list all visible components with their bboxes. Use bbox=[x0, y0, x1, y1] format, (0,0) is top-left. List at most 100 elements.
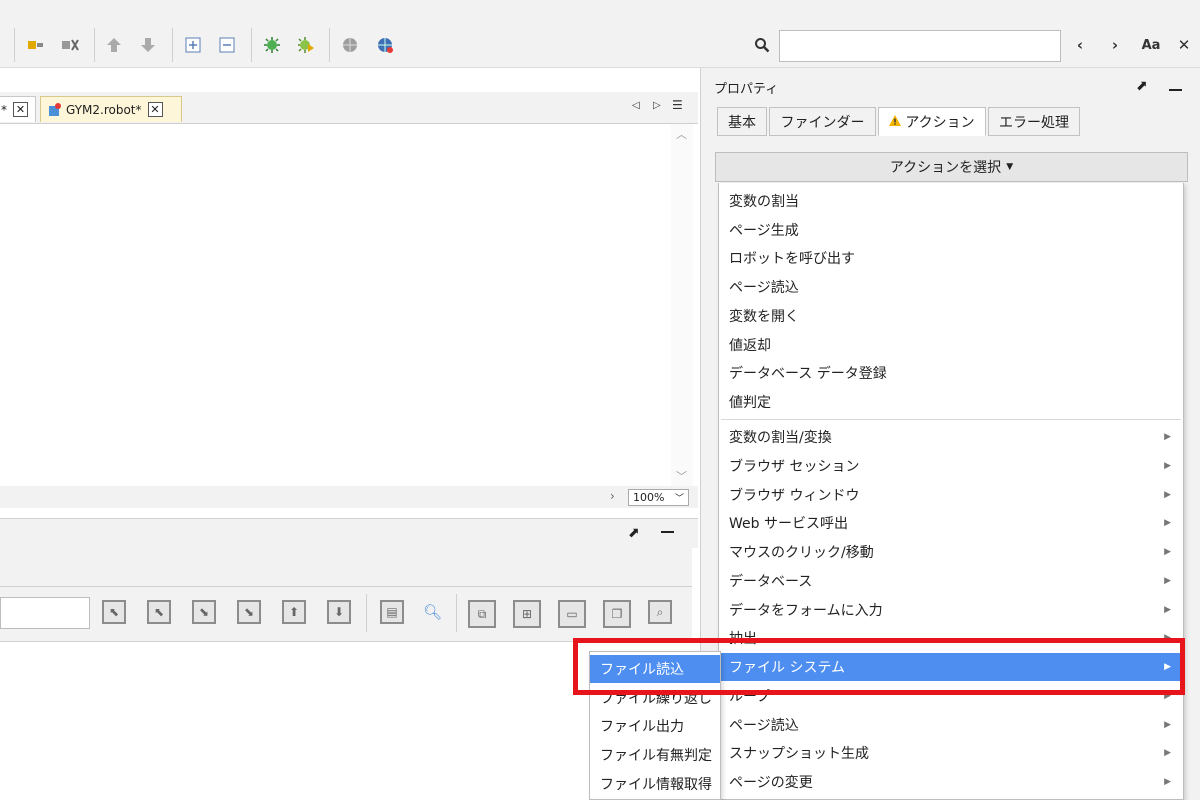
upload-icon[interactable] bbox=[102, 33, 126, 57]
action-select-button[interactable]: アクションを選択 ▼ bbox=[715, 152, 1188, 182]
menu-item[interactable]: 変数を開く bbox=[719, 302, 1183, 330]
search-close-button[interactable]: ✕ bbox=[1173, 33, 1195, 57]
move-down-right-icon[interactable]: ⬊ bbox=[192, 600, 216, 624]
connect-icon[interactable] bbox=[24, 33, 48, 57]
search-prev-button[interactable]: ‹ bbox=[1069, 33, 1091, 57]
search-next-button[interactable]: › bbox=[1104, 33, 1126, 57]
menu-item[interactable]: ロボットを呼び出す bbox=[719, 244, 1183, 272]
close-icon[interactable]: ✕ bbox=[147, 102, 163, 117]
minimize-icon[interactable] bbox=[661, 531, 674, 533]
robot-editor-canvas[interactable] bbox=[0, 124, 671, 486]
disconnect-icon[interactable] bbox=[58, 33, 82, 57]
maximize-icon[interactable]: ⬈ bbox=[628, 525, 640, 541]
submenu-arrow-icon: ▶ bbox=[1164, 777, 1171, 787]
zoom-select[interactable]: 100% ﹀ bbox=[628, 489, 689, 506]
submenu-item[interactable]: ファイル有無判定 bbox=[590, 741, 720, 769]
window-add-icon[interactable]: ⊞ bbox=[513, 600, 541, 628]
editor-vertical-scrollbar[interactable]: ︿ ﹀ bbox=[671, 124, 693, 486]
collapse-icon[interactable] bbox=[215, 33, 239, 57]
warning-icon bbox=[889, 114, 902, 130]
maximize-icon[interactable]: ⬈ bbox=[1136, 78, 1148, 94]
tab-scroll-left-icon[interactable]: ◁ bbox=[632, 100, 640, 111]
menu-item-submenu[interactable]: ページの変更 ▶ bbox=[719, 768, 1183, 796]
editor-tab-label: * bbox=[1, 102, 7, 117]
menu-item-submenu[interactable]: ブラウザ ウィンドウ ▶ bbox=[719, 481, 1183, 509]
chevron-right-icon[interactable]: › bbox=[610, 489, 615, 503]
move-up-left-icon[interactable]: ⬉ bbox=[102, 600, 126, 624]
menu-item-label: Web サービス呼出 bbox=[729, 516, 848, 532]
window-remove-icon[interactable]: ▭ bbox=[558, 600, 586, 628]
menu-item[interactable]: データベース データ登録 bbox=[719, 359, 1183, 387]
download-icon[interactable] bbox=[136, 33, 160, 57]
submenu-item-label: ファイル出力 bbox=[600, 719, 684, 735]
dropdown-arrow-icon: ▼ bbox=[1006, 162, 1014, 172]
scroll-up-icon[interactable]: ︿ bbox=[676, 126, 687, 142]
match-case-button[interactable]: Aa bbox=[1138, 33, 1164, 57]
minimize-icon[interactable] bbox=[1169, 89, 1182, 91]
menu-item[interactable]: 変数の割当 bbox=[719, 187, 1183, 215]
debug-icon[interactable] bbox=[260, 33, 284, 57]
scroll-down-icon[interactable]: ﹀ bbox=[676, 468, 687, 484]
submenu-arrow-icon: ▶ bbox=[1164, 461, 1171, 471]
menu-item-submenu[interactable]: データをフォームに入力 ▶ bbox=[719, 596, 1183, 624]
editor-tab-active[interactable]: GYM2.robot* ✕ bbox=[40, 96, 182, 122]
menu-item-submenu[interactable]: ページ読込 ▶ bbox=[719, 711, 1183, 739]
move-down-icon[interactable]: ⬇ bbox=[327, 600, 351, 624]
tab-action[interactable]: アクション bbox=[878, 107, 986, 136]
annotation-highlight-box bbox=[573, 638, 1185, 695]
menu-item[interactable]: 値返却 bbox=[719, 331, 1183, 359]
debug-step-icon[interactable] bbox=[294, 33, 318, 57]
menu-item-label: ページ読込 bbox=[729, 280, 799, 296]
robot-file-icon bbox=[47, 102, 61, 117]
menu-item-label: 変数の割当/変換 bbox=[729, 430, 832, 446]
close-icon[interactable]: ✕ bbox=[13, 102, 28, 117]
menu-item-submenu[interactable]: スナップショット生成 ▶ bbox=[719, 739, 1183, 767]
move-up-icon[interactable]: ⬆ bbox=[282, 600, 306, 624]
step-filter-input[interactable] bbox=[0, 597, 90, 629]
toolbar-separator bbox=[94, 28, 95, 62]
main-toolbar: ‹ › Aa ✕ bbox=[0, 0, 1200, 68]
menu-item[interactable]: ページ生成 bbox=[719, 216, 1183, 244]
window-search-icon[interactable]: ⌕ bbox=[648, 600, 672, 624]
menu-item-label: ページの変更 bbox=[729, 775, 813, 791]
globe-icon[interactable] bbox=[338, 33, 362, 57]
search-icon bbox=[750, 33, 774, 57]
menu-item[interactable]: ページ読込 bbox=[719, 273, 1183, 301]
tab-error-handling[interactable]: エラー処理 bbox=[988, 107, 1080, 136]
menu-item[interactable]: 値判定 bbox=[719, 388, 1183, 416]
menu-item-submenu[interactable]: データベース ▶ bbox=[719, 567, 1183, 595]
menu-item-label: スナップショット生成 bbox=[729, 746, 869, 762]
window-export-icon[interactable]: ⧉ bbox=[468, 600, 496, 628]
tab-scroll-right-icon[interactable]: ▷ bbox=[653, 100, 661, 111]
chevron-left-icon: ‹ bbox=[1076, 36, 1084, 54]
menu-item-submenu[interactable]: Web サービス呼出 ▶ bbox=[719, 509, 1183, 537]
search-input[interactable] bbox=[779, 30, 1061, 62]
chevron-down-icon: ﹀ bbox=[674, 494, 684, 504]
action-menu: 変数の割当 ページ生成 ロボットを呼び出す ページ読込 変数を開く 値返却 デー… bbox=[718, 183, 1184, 800]
lower-panel-header: ⬈ bbox=[0, 518, 698, 548]
submenu-item[interactable]: ファイル情報取得 bbox=[590, 770, 720, 798]
expand-icon[interactable] bbox=[181, 33, 205, 57]
editor-tab[interactable]: * ✕ bbox=[0, 96, 36, 122]
move-right-icon[interactable]: ⬊ bbox=[237, 600, 261, 624]
menu-item-submenu[interactable]: マウスのクリック/移動 ▶ bbox=[719, 538, 1183, 566]
tab-finder[interactable]: ファインダー bbox=[769, 107, 876, 136]
properties-title: プロパティ bbox=[714, 82, 779, 97]
toolbar-separator bbox=[329, 28, 330, 62]
menu-item-label: ページ読込 bbox=[729, 718, 799, 734]
submenu-item[interactable]: ファイル出力 bbox=[590, 712, 720, 740]
tab-label: アクション bbox=[905, 114, 975, 131]
menu-separator bbox=[721, 419, 1181, 420]
editor-status-bar: › bbox=[0, 486, 698, 508]
chevron-right-icon: › bbox=[1111, 36, 1119, 54]
magnifier-icon[interactable]: 🔍︎ bbox=[423, 603, 442, 621]
menu-item-submenu[interactable]: 変数の割当/変換 ▶ bbox=[719, 423, 1183, 451]
close-icon: ✕ bbox=[1177, 36, 1191, 54]
tab-list-icon[interactable]: ☰ bbox=[672, 98, 683, 112]
window-stack-icon[interactable]: ❐ bbox=[603, 600, 631, 628]
document-icon[interactable]: ▤ bbox=[380, 600, 404, 624]
globe-refresh-icon[interactable] bbox=[373, 33, 397, 57]
move-left-icon[interactable]: ⬉ bbox=[147, 600, 171, 624]
tab-basic[interactable]: 基本 bbox=[717, 107, 767, 136]
menu-item-submenu[interactable]: ブラウザ セッション ▶ bbox=[719, 452, 1183, 480]
